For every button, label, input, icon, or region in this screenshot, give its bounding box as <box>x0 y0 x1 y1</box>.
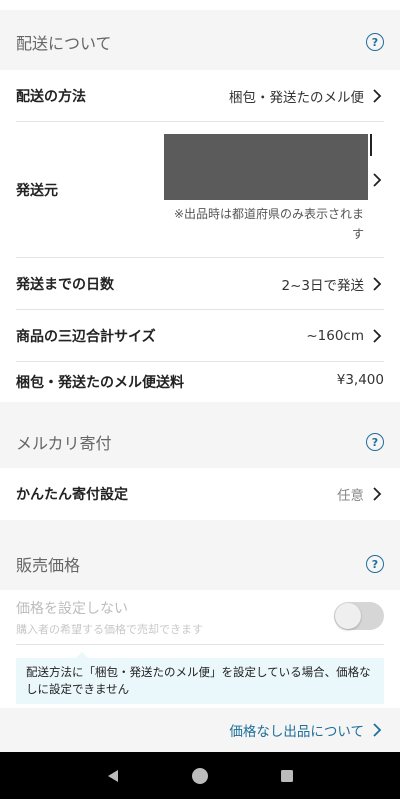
price-section-title: 販売価格 <box>16 556 81 575</box>
origin-label: 発送元 <box>16 183 58 199</box>
donation-setting-label: かんたん寄付設定 <box>16 487 128 503</box>
shipping-days-value-wrap: 2~3日で発送 <box>282 274 385 294</box>
redact-edge <box>370 134 372 156</box>
shipping-method-value: 梱包・発送たのメル便 <box>229 90 364 106</box>
price-section-header: 販売価格 ? <box>0 540 400 588</box>
help-icon[interactable]: ? <box>366 33 384 51</box>
shipping-fee-label: 梱包・発送たのメル便送料 <box>16 375 184 391</box>
chevron-right-icon <box>373 277 382 291</box>
shipping-section-title: 配送について <box>16 34 112 53</box>
back-triangle-icon <box>108 769 119 782</box>
no-price-info-link[interactable]: 価格なし出品について <box>0 708 400 752</box>
system-navigation-bar <box>0 752 400 799</box>
package-size-value: ~160cm <box>306 328 364 344</box>
help-icon[interactable]: ? <box>366 433 384 451</box>
origin-note: ※出品時は都道府県のみ表示されます <box>173 207 364 241</box>
toggle-knob <box>335 603 361 629</box>
recents-square-icon <box>280 769 293 782</box>
shipping-days-label: 発送までの日数 <box>16 277 114 293</box>
chevron-right-icon <box>373 89 382 103</box>
redacted-address <box>164 134 368 200</box>
recents-button[interactable] <box>277 766 297 786</box>
no-price-info-link-label: 価格なし出品について <box>229 724 364 740</box>
no-price-notice: 配送方法に「梱包・発送たのメル便」を設定している場合、価格なしに設定できません <box>16 652 384 704</box>
origin-right: ※出品時は都道府県のみ表示されます <box>164 122 384 258</box>
shipping-section-header: 配送について ? <box>0 18 400 66</box>
shipping-method-row[interactable]: 配送の方法 梱包・発送たのメル便 <box>0 70 400 122</box>
donation-setting-value: 任意 <box>337 488 364 504</box>
chevron-right-icon <box>373 723 382 737</box>
no-price-row: 価格を設定しない 購入者の希望する価格で売却できます <box>0 590 400 645</box>
donation-section-title: メルカリ寄付 <box>16 434 112 453</box>
chevron-right-icon <box>373 487 382 501</box>
donation-section-header: メルカリ寄付 ? <box>0 418 400 466</box>
shipping-method-value-wrap: 梱包・発送たのメル便 <box>229 86 384 106</box>
shipping-days-value: 2~3日で発送 <box>281 278 365 294</box>
donation-setting-row[interactable]: かんたん寄付設定 任意 <box>0 468 400 520</box>
no-price-title: 価格を設定しない <box>16 601 128 617</box>
back-button[interactable] <box>103 766 123 786</box>
package-size-label: 商品の三辺合計サイズ <box>16 329 156 345</box>
origin-row[interactable]: 発送元 ※出品時は都道府県のみ表示されます <box>0 122 400 258</box>
no-price-subtitle: 購入者の希望する価格で売却できます <box>16 623 203 636</box>
no-price-toggle[interactable] <box>334 602 384 630</box>
top-strip <box>0 0 400 10</box>
chevron-right-icon <box>373 329 382 343</box>
help-icon[interactable]: ? <box>366 555 384 573</box>
chevron-right-icon <box>373 173 382 187</box>
shipping-method-label: 配送の方法 <box>16 89 86 105</box>
home-button[interactable] <box>190 766 210 786</box>
listing-settings-page: 配送について ? 配送の方法 梱包・発送たのメル便 発送元 ※出品時は都道府県の… <box>0 0 400 752</box>
shipping-fee-value: ¥3,400 <box>336 372 384 388</box>
package-size-row[interactable]: 商品の三辺合計サイズ ~160cm <box>0 310 400 362</box>
shipping-days-row[interactable]: 発送までの日数 2~3日で発送 <box>0 258 400 310</box>
home-circle-icon <box>191 767 208 784</box>
donation-setting-value-wrap: 任意 <box>337 484 384 504</box>
package-size-value-wrap: ~160cm <box>306 328 384 344</box>
notice-wrap: 配送方法に「梱包・発送たのメル便」を設定している場合、価格なしに設定できません <box>0 645 400 708</box>
shipping-fee-row: 梱包・発送たのメル便送料 ¥3,400 <box>0 362 400 402</box>
